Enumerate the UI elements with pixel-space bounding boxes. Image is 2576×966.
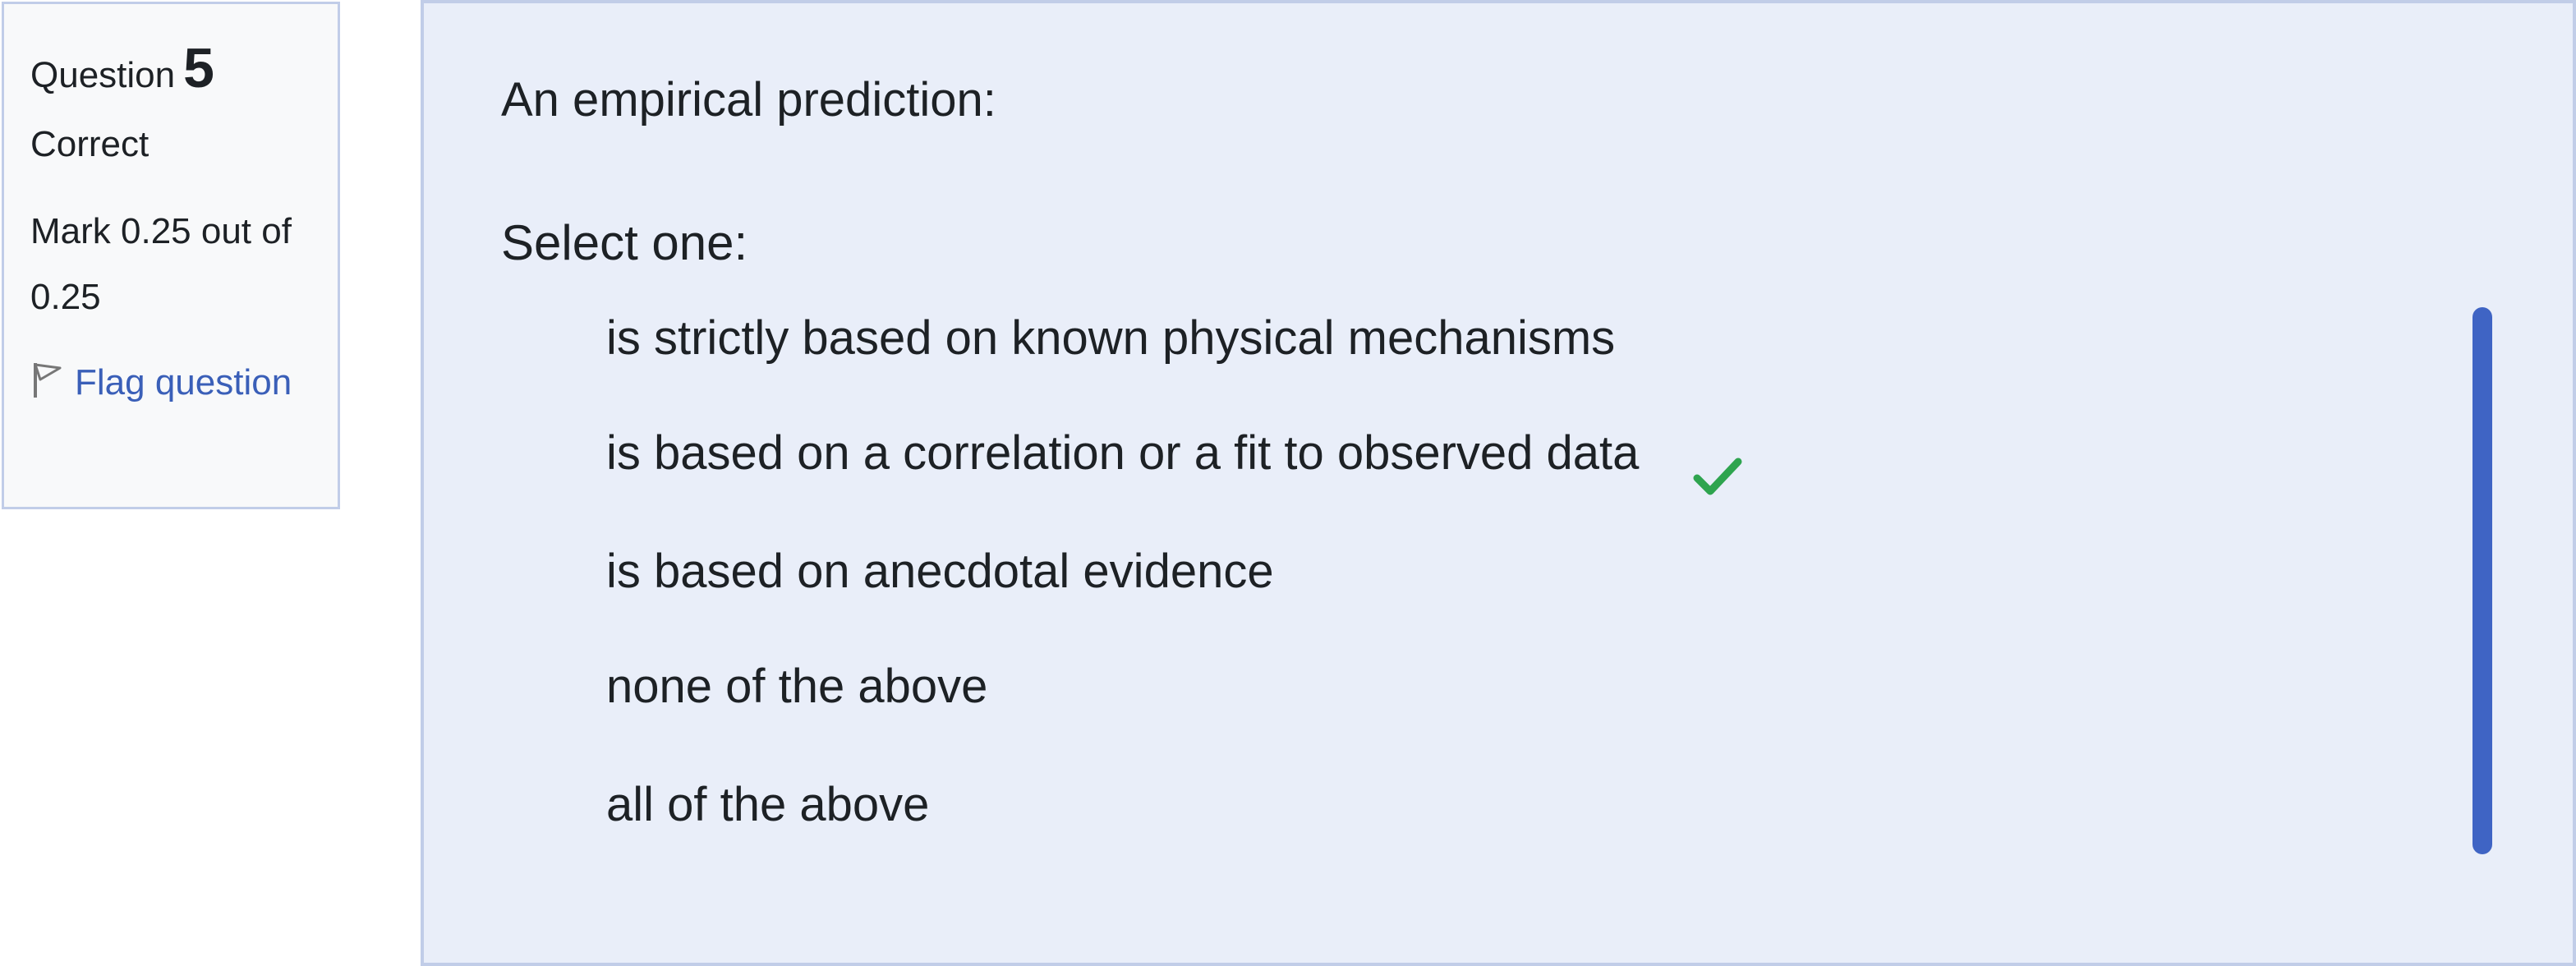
answer-list: is strictly based on known physical mech… [424, 299, 2395, 895]
select-one-prompt: Select one: [501, 215, 748, 270]
question-content-panel: An empirical prediction: Select one: is … [421, 0, 2576, 966]
question-grade: Mark 0.25 out of 0.25 [30, 211, 292, 317]
answer-option[interactable]: is based on anecdotal evidence [606, 532, 1641, 611]
question-number-value: 5 [183, 37, 214, 99]
quiz-page: Question 5 Correct Mark 0.25 out of 0.25 … [0, 0, 2576, 966]
question-state: Correct [30, 124, 150, 164]
question-text: An empirical prediction: [501, 73, 996, 126]
answer-option-correct[interactable]: is based on a correlation or a fit to ob… [606, 414, 1641, 493]
checkmark-icon [1693, 458, 1742, 495]
question-info-panel: Question 5 Correct Mark 0.25 out of 0.25 … [2, 2, 340, 509]
answer-option[interactable]: all of the above [606, 766, 1641, 844]
answer-option[interactable]: is strictly based on known physical mech… [606, 299, 1641, 378]
answer-option[interactable]: none of the above [606, 647, 1641, 726]
flag-question-link[interactable]: Flag question [30, 352, 311, 414]
flag-icon [34, 363, 62, 398]
flag-question-label: Flag question [75, 362, 292, 402]
scrollbar[interactable] [2472, 307, 2492, 854]
question-number: Question 5 [30, 35, 311, 108]
question-label: Question [30, 55, 176, 95]
